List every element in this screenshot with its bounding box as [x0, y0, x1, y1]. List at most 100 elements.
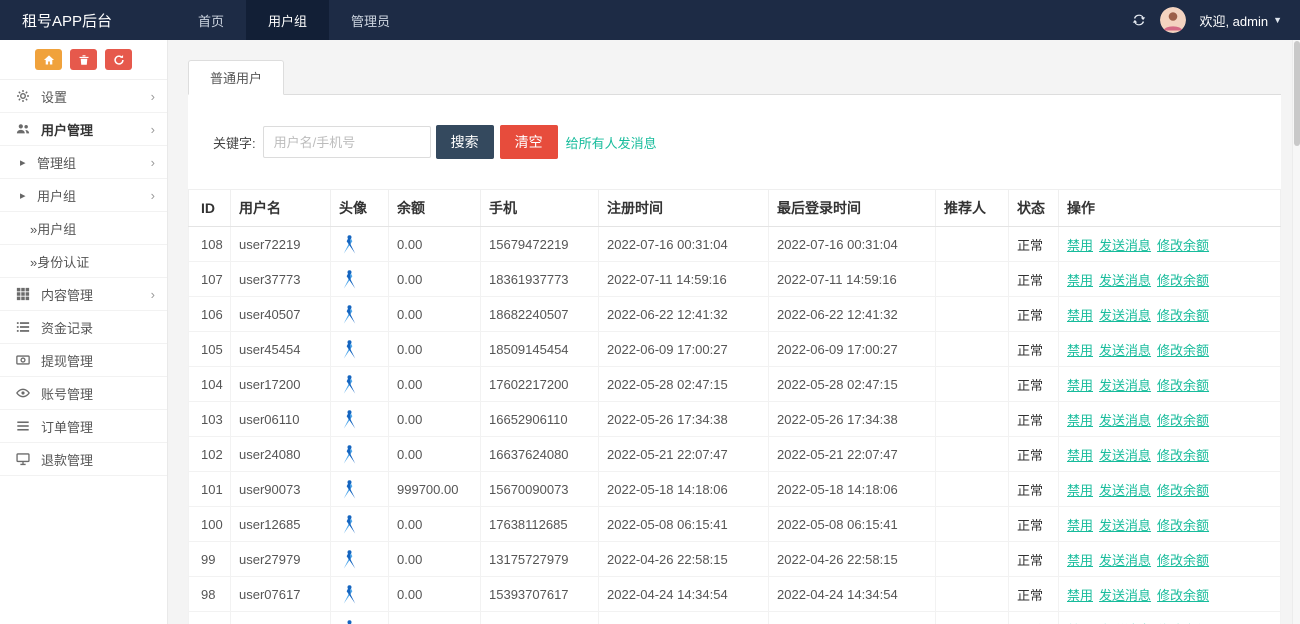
sidebar-item-identity-auth[interactable]: »身份认证: [0, 245, 167, 278]
send-message-link[interactable]: 发送消息: [1099, 553, 1151, 568]
user-menu[interactable]: 欢迎, admin ▼: [1199, 11, 1282, 30]
users-icon: [16, 122, 32, 136]
modify-balance-link[interactable]: 修改余额: [1157, 378, 1209, 393]
modify-balance-link[interactable]: 修改余额: [1157, 308, 1209, 323]
sidebar-item-order-management[interactable]: 订单管理: [0, 410, 167, 443]
sidebar-item-admin-group[interactable]: ▸管理组›: [0, 146, 167, 179]
cell-avatar: [331, 612, 389, 624]
clear-button[interactable]: 清空: [500, 125, 558, 159]
sidebar-item-label: 设置: [41, 87, 151, 106]
keyword-input[interactable]: [263, 126, 431, 158]
cell-lastlogin: 2022-05-26 17:34:38: [769, 402, 936, 437]
sidebar-item-user-group-page[interactable]: »用户组: [0, 212, 167, 245]
list-icon: [16, 320, 32, 334]
sidebar-item-label: 退款管理: [41, 450, 155, 469]
disable-link[interactable]: 禁用: [1067, 518, 1093, 533]
sidebar-item-fund-records[interactable]: 资金记录: [0, 311, 167, 344]
send-message-link[interactable]: 发送消息: [1099, 343, 1151, 358]
sidebar-item-user-management[interactable]: 用户管理›: [0, 113, 167, 146]
cell-lastlogin: 2022-07-16 00:31:04: [769, 227, 936, 262]
sidebar-item-label: 管理组: [37, 153, 151, 172]
cell-username: user24080: [231, 437, 331, 472]
send-message-link[interactable]: 发送消息: [1099, 238, 1151, 253]
send-message-link[interactable]: 发送消息: [1099, 588, 1151, 603]
sidebar-item-label: »身份认证: [30, 252, 155, 271]
cell-balance: 0.00: [389, 542, 481, 577]
cell-status: 正常: [1009, 437, 1059, 472]
send-message-link[interactable]: 发送消息: [1099, 378, 1151, 393]
disable-link[interactable]: 禁用: [1067, 343, 1093, 358]
search-button[interactable]: 搜索: [436, 125, 494, 159]
user-avatar[interactable]: [1160, 7, 1186, 33]
cell-registered: 2022-06-22 12:41:32: [599, 297, 769, 332]
nav-item[interactable]: 用户组: [246, 0, 329, 40]
modify-balance-link[interactable]: 修改余额: [1157, 483, 1209, 498]
disable-link[interactable]: 禁用: [1067, 483, 1093, 498]
send-message-link[interactable]: 发送消息: [1099, 308, 1151, 323]
disable-link[interactable]: 禁用: [1067, 553, 1093, 568]
disable-link[interactable]: 禁用: [1067, 308, 1093, 323]
cell-registered: 2022-05-18 14:18:06: [599, 472, 769, 507]
cell-status: 正常: [1009, 297, 1059, 332]
disable-link[interactable]: 禁用: [1067, 238, 1093, 253]
cell-balance: 0.00: [389, 402, 481, 437]
sidebar-item-user-group[interactable]: ▸用户组›: [0, 179, 167, 212]
sidebar-item-content-management[interactable]: 内容管理›: [0, 278, 167, 311]
user-avatar-icon: [339, 488, 360, 503]
modify-balance-link[interactable]: 修改余额: [1157, 553, 1209, 568]
modify-balance-link[interactable]: 修改余额: [1157, 273, 1209, 288]
chevron-right-icon: ›: [151, 90, 155, 103]
cell-phone: 15670090073: [481, 472, 599, 507]
send-message-link[interactable]: 发送消息: [1099, 448, 1151, 463]
column-header: 操作: [1059, 190, 1281, 227]
chevron-right-icon: ›: [151, 123, 155, 136]
modify-balance-link[interactable]: 修改余额: [1157, 588, 1209, 603]
send-message-link[interactable]: 发送消息: [1099, 483, 1151, 498]
sidebar-item-settings[interactable]: 设置›: [0, 80, 167, 113]
cell-avatar: [331, 262, 389, 297]
modify-balance-link[interactable]: 修改余额: [1157, 238, 1209, 253]
nav-item[interactable]: 首页: [176, 0, 246, 40]
cell-username: user12685: [231, 507, 331, 542]
cell-lastlogin: 2022-06-22 12:41:32: [769, 297, 936, 332]
home-icon[interactable]: [35, 49, 62, 70]
navbar-right: 欢迎, admin ▼: [1131, 0, 1300, 40]
modify-balance-link[interactable]: 修改余额: [1157, 518, 1209, 533]
nav-item[interactable]: 管理员: [329, 0, 412, 40]
cell-balance: 0.00: [389, 332, 481, 367]
disable-link[interactable]: 禁用: [1067, 448, 1093, 463]
send-message-link[interactable]: 发送消息: [1099, 413, 1151, 428]
modify-balance-link[interactable]: 修改余额: [1157, 413, 1209, 428]
modify-balance-link[interactable]: 修改余额: [1157, 343, 1209, 358]
cell-balance: 0.00: [389, 297, 481, 332]
disable-link[interactable]: 禁用: [1067, 413, 1093, 428]
refresh-icon[interactable]: [1131, 12, 1147, 28]
sidebar-item-account-management[interactable]: 账号管理: [0, 377, 167, 410]
refresh-icon[interactable]: [105, 49, 132, 70]
sidebar-item-label: 提现管理: [41, 351, 155, 370]
sidebar-item-withdraw-management[interactable]: 提现管理: [0, 344, 167, 377]
cell-avatar: [331, 332, 389, 367]
cell-id: 98: [189, 577, 231, 612]
broadcast-message-link[interactable]: 给所有人发消息: [566, 133, 657, 152]
sidebar-item-refund-management[interactable]: 退款管理: [0, 443, 167, 476]
top-navbar: 租号APP后台 首页用户组管理员 欢迎, admin ▼: [0, 0, 1300, 40]
disable-link[interactable]: 禁用: [1067, 378, 1093, 393]
scrollbar-thumb[interactable]: [1294, 41, 1300, 146]
disable-link[interactable]: 禁用: [1067, 273, 1093, 288]
gear-icon: [16, 89, 32, 103]
cell-phone: [481, 612, 599, 624]
disable-link[interactable]: 禁用: [1067, 588, 1093, 603]
send-message-link[interactable]: 发送消息: [1099, 273, 1151, 288]
cell-actions: 禁用发送消息修改余额: [1059, 367, 1281, 402]
tab-normal-users[interactable]: 普通用户: [188, 60, 284, 95]
cell-avatar: [331, 472, 389, 507]
cell-id: 99: [189, 542, 231, 577]
trash-icon[interactable]: [70, 49, 97, 70]
modify-balance-link[interactable]: 修改余额: [1157, 448, 1209, 463]
tab-label: 普通用户: [210, 68, 262, 87]
cell-registered: 2022-04-24 14:34:54: [599, 577, 769, 612]
cell-phone: 18509145454: [481, 332, 599, 367]
send-message-link[interactable]: 发送消息: [1099, 518, 1151, 533]
cell-referrer: [936, 507, 1009, 542]
